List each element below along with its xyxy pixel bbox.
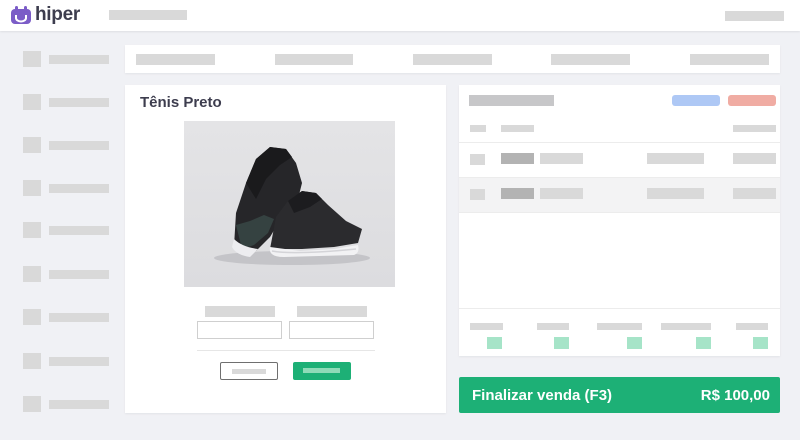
sidebar-item-label	[49, 357, 109, 366]
column-header-placeholder	[733, 125, 776, 132]
divider	[197, 350, 375, 351]
row-cell-placeholder	[733, 188, 776, 199]
button-label-placeholder	[303, 368, 340, 373]
top-nav-placeholder[interactable]	[109, 10, 187, 20]
table-row[interactable]	[459, 178, 780, 212]
user-menu-placeholder[interactable]	[725, 11, 784, 21]
column-header-placeholder	[501, 125, 534, 132]
row-cell-placeholder	[647, 188, 704, 199]
column-header-placeholder	[470, 125, 486, 132]
red-badge[interactable]	[728, 95, 776, 106]
summary-label-placeholder	[597, 323, 642, 330]
top-bar: hiper	[0, 0, 800, 31]
sidebar-item[interactable]	[23, 51, 109, 67]
tab[interactable]	[275, 54, 353, 65]
row-cell-placeholder	[470, 154, 485, 165]
sidebar-item-label	[49, 400, 109, 409]
sidebar-item[interactable]	[23, 94, 109, 110]
field-label-placeholder	[205, 306, 275, 317]
black-sneaker-photo	[214, 147, 370, 265]
summary-divider	[459, 308, 780, 309]
finalize-sale-button[interactable]: Finalizar venda (F3) R$ 100,00	[459, 377, 780, 413]
price-field[interactable]	[289, 321, 374, 339]
summary-value-badge	[627, 337, 642, 349]
product-title: Tênis Preto	[140, 94, 222, 111]
sidebar-item[interactable]	[23, 137, 109, 153]
summary-label-placeholder	[537, 323, 569, 330]
sidebar-item[interactable]	[23, 353, 109, 369]
tab[interactable]	[413, 54, 492, 65]
placeholder-icon	[23, 180, 41, 196]
summary-value-badge	[696, 337, 711, 349]
sidebar-item-label	[49, 313, 109, 322]
sidebar-item[interactable]	[23, 180, 109, 196]
tab[interactable]	[690, 54, 769, 65]
row-cell-placeholder	[540, 188, 583, 199]
summary-value-badge	[753, 337, 768, 349]
placeholder-icon	[23, 94, 41, 110]
tab[interactable]	[551, 54, 630, 65]
tab-bar	[125, 45, 780, 73]
row-divider	[459, 212, 780, 213]
row-cell-placeholder	[733, 153, 776, 164]
sidebar-item[interactable]	[23, 266, 109, 282]
summary-value-badge	[554, 337, 569, 349]
confirm-button[interactable]	[293, 362, 351, 380]
placeholder-icon	[23, 353, 41, 369]
button-label-placeholder	[232, 369, 266, 374]
row-cell-placeholder	[540, 153, 583, 164]
sidebar-item[interactable]	[23, 309, 109, 325]
row-cell-placeholder	[470, 189, 485, 200]
placeholder-icon	[23, 396, 41, 412]
blue-badge[interactable]	[672, 95, 720, 106]
cancel-button[interactable]	[220, 362, 278, 380]
row-cell-placeholder	[501, 188, 534, 199]
hiper-logo-icon[interactable]	[11, 6, 31, 24]
cart-panel	[459, 85, 780, 356]
sidebar-item-label	[49, 141, 109, 150]
placeholder-icon	[23, 222, 41, 238]
sidebar-item[interactable]	[23, 396, 109, 412]
finalize-sale-label: Finalizar venda (F3)	[472, 387, 613, 404]
product-card: Tênis Preto	[125, 85, 446, 413]
row-cell-placeholder	[647, 153, 704, 164]
row-cell-placeholder	[501, 153, 534, 164]
sale-total: R$ 100,00	[700, 387, 770, 404]
sidebar-item[interactable]	[23, 222, 109, 238]
field-label-placeholder	[297, 306, 367, 317]
placeholder-icon	[23, 309, 41, 325]
summary-label-placeholder	[736, 323, 768, 330]
sidebar-item-label	[49, 55, 109, 64]
placeholder-icon	[23, 51, 41, 67]
sidebar-item-label	[49, 98, 109, 107]
summary-label-placeholder	[470, 323, 503, 330]
placeholder-icon	[23, 266, 41, 282]
summary-value-badge	[487, 337, 502, 349]
summary-label-placeholder	[661, 323, 711, 330]
cart-title-placeholder	[469, 95, 554, 106]
sidebar-item-label	[49, 270, 109, 279]
app-name[interactable]: hiper	[35, 4, 80, 26]
sidebar-item-label	[49, 226, 109, 235]
tab[interactable]	[136, 54, 215, 65]
product-image	[184, 121, 395, 287]
quantity-field[interactable]	[197, 321, 282, 339]
table-row[interactable]	[459, 143, 780, 177]
placeholder-icon	[23, 137, 41, 153]
sidebar-item-label	[49, 184, 109, 193]
